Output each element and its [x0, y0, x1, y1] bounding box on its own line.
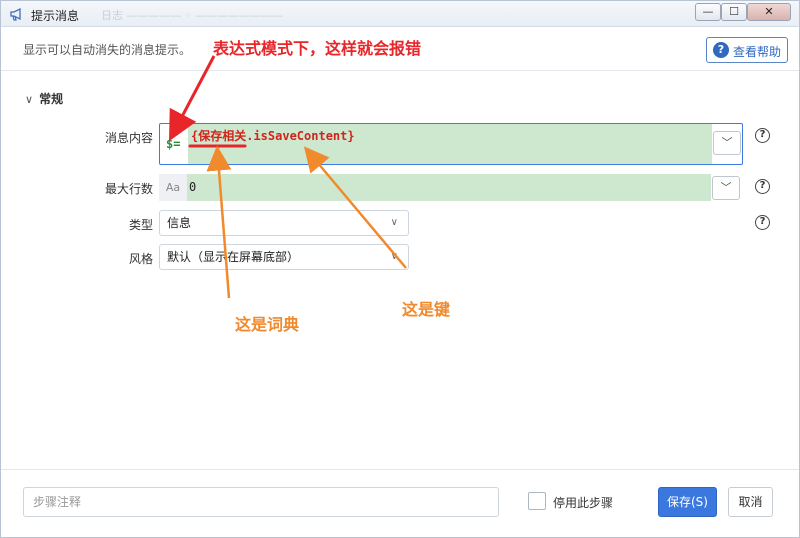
expression-mode-icon[interactable]: $= [166, 137, 180, 177]
type-label: 类型 [129, 218, 154, 232]
disable-step-checkbox[interactable] [528, 492, 546, 510]
save-button[interactable]: 保存(S) [658, 487, 717, 517]
title-bar[interactable]: 提示消息 日志 ————— ◦ ———————— — ☐ ✕ [1, 1, 799, 27]
dialog-window: 提示消息 日志 ————— ◦ ———————— — ☐ ✕ 显示可以自动消失的… [0, 0, 800, 538]
section-general[interactable]: ∨ 常规 [25, 90, 63, 107]
chevron-down-icon: ∨ [25, 93, 34, 106]
chevron-down-icon: ∨ [390, 251, 398, 262]
annotation-top: 表达式模式下，这样就会报错 [213, 39, 422, 58]
message-dropdown-button[interactable]: ﹀ [713, 131, 741, 155]
annotation-dictionary: 这是词典 [235, 315, 300, 334]
message-input-value[interactable]: {保存相关.isSaveContent} [191, 127, 355, 144]
style-label: 风格 [129, 252, 154, 266]
description-text: 显示可以自动消失的消息提示。 [23, 43, 192, 57]
max-lines-label: 最大行数 [105, 182, 154, 196]
style-select-value: 默认（显示在屏幕底部） [167, 250, 300, 264]
annotation-key: 这是键 [402, 300, 451, 319]
disable-step-label[interactable]: 停用此步骤 [553, 494, 613, 511]
type-select[interactable]: 信息 ∨ [159, 210, 409, 236]
style-select[interactable]: 默认（显示在屏幕底部） ∨ [159, 244, 409, 270]
footer-bar: 步骤注释 停用此步骤 保存(S) 取消 [1, 469, 799, 537]
minimize-button[interactable]: — [695, 3, 721, 21]
chevron-down-icon: ﹀ [721, 136, 733, 149]
maximize-button[interactable]: ☐ [721, 3, 747, 21]
megaphone-icon [10, 7, 21, 21]
type-help-icon[interactable]: ? [755, 215, 770, 230]
close-button[interactable]: ✕ [747, 3, 791, 21]
message-label: 消息内容 [105, 131, 154, 145]
message-field[interactable]: $= {保存相关.isSaveContent} ﹀ [159, 123, 743, 165]
message-help-icon[interactable]: ? [755, 128, 770, 143]
chevron-down-icon: ﹀ [720, 181, 732, 194]
help-icon: ? [713, 42, 729, 58]
chevron-down-icon: ∨ [390, 217, 398, 228]
message-input-area[interactable]: {保存相关.isSaveContent} [188, 124, 712, 164]
help-button[interactable]: ? 查看帮助 [706, 37, 788, 63]
max-lines-dropdown-button[interactable]: ﹀ [712, 176, 740, 200]
max-lines-help-icon[interactable]: ? [755, 179, 770, 194]
background-window-title: 日志 ————— ◦ ———————— [101, 9, 283, 22]
section-title: 常规 [39, 92, 64, 106]
max-lines-input-area[interactable]: 0 [187, 174, 711, 201]
type-select-value: 信息 [167, 216, 192, 230]
step-remark-input[interactable]: 步骤注释 [23, 487, 499, 517]
max-lines-field[interactable]: Aa 0 ﹀ [159, 174, 743, 201]
max-lines-input-value[interactable]: 0 [189, 180, 196, 194]
cancel-button[interactable]: 取消 [728, 487, 773, 517]
help-button-label: 查看帮助 [733, 45, 782, 59]
window-title: 提示消息 [31, 9, 80, 23]
text-mode-icon[interactable]: Aa [159, 174, 187, 201]
